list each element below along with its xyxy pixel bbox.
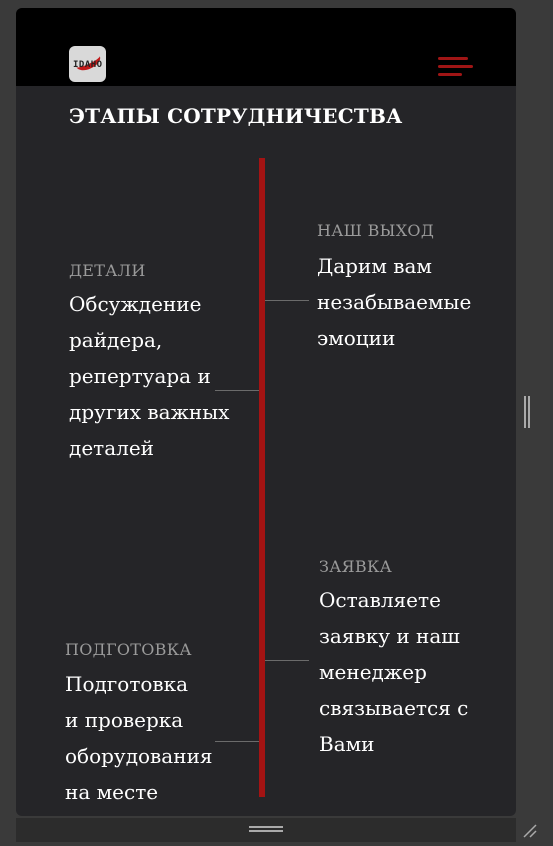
timeline-line bbox=[259, 158, 265, 797]
step-text-line: Подготовка bbox=[65, 672, 189, 696]
connector-podgotovka bbox=[215, 741, 259, 742]
step-text-line: на месте bbox=[65, 780, 159, 804]
connector-zayavka bbox=[265, 660, 309, 661]
resize-corner-icon[interactable] bbox=[520, 822, 538, 838]
step-text-line: репертуара и bbox=[69, 364, 211, 388]
bottom-resize-handle[interactable] bbox=[249, 826, 283, 832]
step-text-line: Обсуждение bbox=[69, 292, 202, 316]
step-label-nash-vyhod: НАШ ВЫХОД bbox=[317, 221, 435, 240]
step-text-line: связывается с bbox=[319, 696, 469, 720]
step-text-line: деталей bbox=[69, 436, 155, 460]
step-text-line: Оставляете bbox=[319, 588, 441, 612]
logo-text: IDAHO bbox=[73, 60, 103, 70]
step-text-line: менеджер bbox=[319, 660, 427, 684]
top-navbar: IDAHO bbox=[16, 8, 516, 86]
hamburger-line bbox=[438, 73, 462, 76]
hamburger-icon[interactable] bbox=[438, 57, 473, 81]
step-text-line: заявку и наш bbox=[319, 624, 460, 648]
step-text-line: оборудования bbox=[65, 744, 213, 768]
step-text-line: Вами bbox=[319, 732, 375, 756]
step-text-line: Дарим вам bbox=[317, 254, 432, 278]
step-text-line: райдера, bbox=[69, 328, 163, 352]
step-text-line: эмоции bbox=[317, 326, 396, 350]
step-text-line: и проверка bbox=[65, 708, 184, 732]
step-text-detali: Обсуждение райдера, репертуара и других … bbox=[69, 286, 229, 466]
hamburger-line bbox=[438, 65, 473, 68]
step-text-zayavka: Оставляете заявку и наш менеджер связыва… bbox=[319, 582, 468, 762]
app-frame: IDAHO ЭТАПЫ СОТРУДНИЧЕСТВА НАШ ВЫХОД Дар… bbox=[16, 8, 516, 816]
step-text-line: других важных bbox=[69, 400, 230, 424]
step-label-detali: ДЕТАЛИ bbox=[69, 261, 146, 280]
step-text-podgotovka: Подготовка и проверка оборудования на ме… bbox=[65, 666, 213, 810]
step-label-podgotovka: ПОДГОТОВКА bbox=[65, 640, 192, 659]
connector-nash-vyhod bbox=[265, 300, 309, 301]
step-text-line: незабываемые bbox=[317, 290, 472, 314]
side-resize-handle[interactable] bbox=[524, 396, 530, 428]
page-title: ЭТАПЫ СОТРУДНИЧЕСТВА bbox=[69, 104, 403, 128]
step-text-nash-vyhod: Дарим вам незабываемые эмоции bbox=[317, 248, 471, 356]
step-label-zayavka: ЗАЯВКА bbox=[319, 557, 393, 576]
hamburger-line bbox=[438, 57, 468, 60]
logo-icon[interactable]: IDAHO bbox=[69, 46, 106, 82]
